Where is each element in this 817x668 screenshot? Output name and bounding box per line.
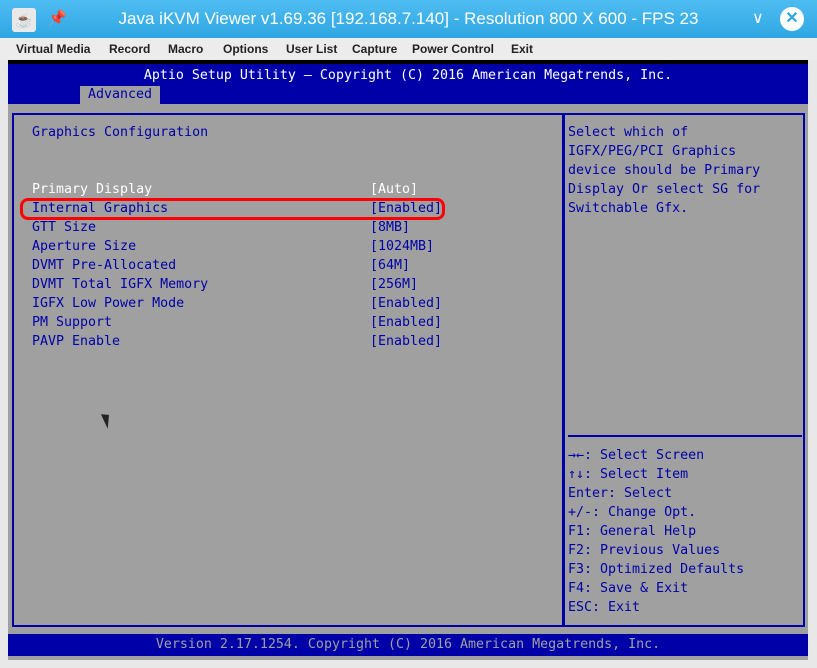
setting-label[interactable]: Primary Display bbox=[32, 182, 152, 197]
help-text-line: Switchable Gfx. bbox=[568, 201, 689, 216]
setting-label[interactable]: Aperture Size bbox=[32, 239, 136, 254]
bios-footer: Version 2.17.1254. Copyright (C) 2016 Am… bbox=[8, 634, 808, 656]
title-bar: ☕ 📌 Java iKVM Viewer v1.69.36 [192.168.7… bbox=[0, 0, 817, 38]
setting-label[interactable]: DVMT Pre-Allocated bbox=[32, 258, 176, 273]
setting-value[interactable]: [Enabled] bbox=[370, 296, 442, 311]
setting-value[interactable]: [1024MB] bbox=[370, 239, 434, 254]
help-text-line: IGFX/PEG/PCI Graphics bbox=[568, 144, 737, 159]
key-hint: F2: Previous Values bbox=[568, 543, 721, 558]
help-divider bbox=[568, 435, 802, 437]
setting-label[interactable]: PAVP Enable bbox=[32, 334, 120, 349]
setting-label[interactable]: DVMT Total IGFX Memory bbox=[32, 277, 208, 292]
menu-exit[interactable]: Exit bbox=[511, 42, 533, 56]
red-highlight-annotation bbox=[20, 198, 445, 220]
setting-value[interactable]: [256M] bbox=[370, 277, 418, 292]
menu-record[interactable]: Record bbox=[109, 42, 150, 56]
menu-bar: Virtual Media Record Macro Options User … bbox=[0, 38, 817, 60]
setting-value[interactable]: [Auto] bbox=[370, 182, 418, 197]
bios-title: Aptio Setup Utility – Copyright (C) 2016… bbox=[143, 68, 673, 83]
setting-label[interactable]: IGFX Low Power Mode bbox=[32, 296, 184, 311]
window-title: Java iKVM Viewer v1.69.36 [192.168.7.140… bbox=[118, 9, 699, 28]
help-text-line: device should be Primary bbox=[568, 163, 761, 178]
setting-value[interactable]: [Enabled] bbox=[370, 315, 442, 330]
key-hint: Enter: Select bbox=[568, 486, 673, 501]
menu-capture[interactable]: Capture bbox=[352, 42, 397, 56]
setting-label[interactable]: GTT Size bbox=[32, 220, 96, 235]
key-hint: F4: Save & Exit bbox=[568, 581, 689, 596]
key-hint: ↑↓: Select Item bbox=[568, 467, 689, 482]
key-hint: ESC: Exit bbox=[568, 600, 641, 615]
setting-value[interactable]: [64M] bbox=[370, 258, 410, 273]
setting-value[interactable]: [8MB] bbox=[370, 220, 410, 235]
menu-options[interactable]: Options bbox=[223, 42, 268, 56]
kvm-screen[interactable]: Aptio Setup Utility – Copyright (C) 2016… bbox=[8, 60, 808, 660]
menu-virtual-media[interactable]: Virtual Media bbox=[16, 42, 90, 56]
key-hint: →←: Select Screen bbox=[568, 448, 705, 463]
help-text-line: Select which of bbox=[568, 125, 689, 140]
help-text-line: Display Or select SG for bbox=[568, 182, 761, 197]
setting-label[interactable]: PM Support bbox=[32, 315, 112, 330]
key-hint: +/-: Change Opt. bbox=[568, 505, 697, 520]
section-title: Graphics Configuration bbox=[32, 125, 209, 140]
bios-header: Aptio Setup Utility – Copyright (C) 2016… bbox=[8, 64, 808, 104]
key-hint: F3: Optimized Defaults bbox=[568, 562, 745, 577]
close-button[interactable]: ✕ bbox=[780, 7, 804, 31]
tab-advanced[interactable]: Advanced bbox=[80, 86, 161, 104]
minimize-button[interactable]: ∨ bbox=[752, 8, 764, 28]
menu-macro[interactable]: Macro bbox=[168, 42, 203, 56]
key-hint: F1: General Help bbox=[568, 524, 697, 539]
menu-user-list[interactable]: User List bbox=[286, 42, 337, 56]
menu-power-control[interactable]: Power Control bbox=[412, 42, 494, 56]
setting-value[interactable]: [Enabled] bbox=[370, 334, 442, 349]
